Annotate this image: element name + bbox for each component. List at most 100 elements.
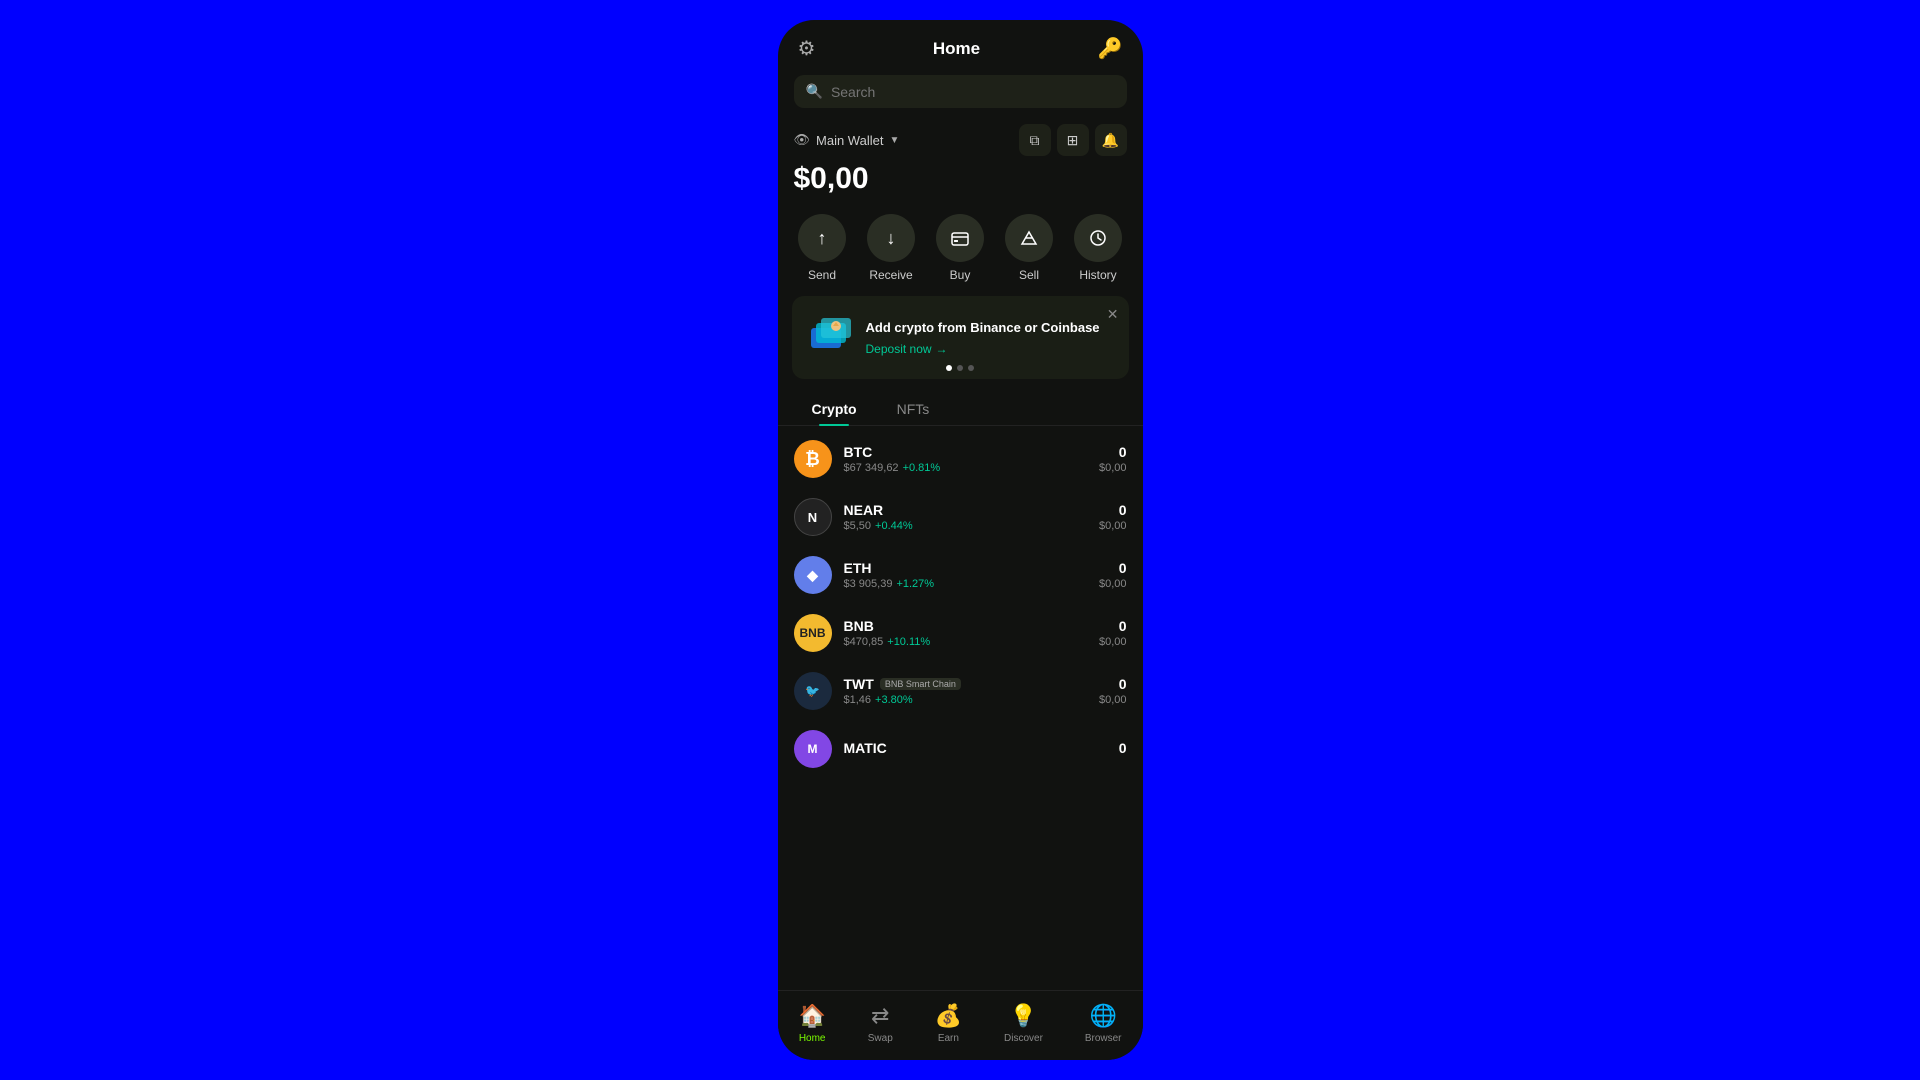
near-balance-usd: $0,00 xyxy=(1099,520,1127,532)
bnb-logo: BNB xyxy=(794,614,832,652)
list-item-twt[interactable]: 🐦 TWT BNB Smart Chain $1,46 +3.80% 0 $0,… xyxy=(778,662,1143,720)
list-item-near[interactable]: N NEAR $5,50 +0.44% 0 $0,00 xyxy=(778,488,1143,546)
browser-label: Browser xyxy=(1085,1033,1122,1044)
nav-earn[interactable]: 💰 Earn xyxy=(919,999,978,1048)
near-logo: N xyxy=(794,498,832,536)
nav-discover[interactable]: 💡 Discover xyxy=(988,999,1059,1048)
chevron-down-icon: ▼ xyxy=(889,135,899,146)
crypto-list: ₿ BTC $67 349,62 +0.81% 0 $0,00 N NEAR $… xyxy=(778,426,1143,990)
btc-price-row: $67 349,62 +0.81% xyxy=(844,462,1087,474)
matic-balance-amount: 0 xyxy=(1119,740,1127,756)
twt-chain-badge: BNB Smart Chain xyxy=(880,678,961,690)
promo-close-button[interactable]: ✕ xyxy=(1107,306,1119,323)
btc-symbol: BTC xyxy=(844,444,1087,460)
promo-title: Add crypto from Binance or Coinbase xyxy=(866,319,1115,337)
tab-crypto[interactable]: Crypto xyxy=(792,393,877,425)
tab-nfts[interactable]: NFTs xyxy=(877,393,950,425)
buy-label: Buy xyxy=(950,268,971,282)
history-button[interactable]: History xyxy=(1074,214,1122,282)
receive-button[interactable]: ↓ Receive xyxy=(867,214,915,282)
send-icon-circle: ↑ xyxy=(798,214,846,262)
nav-swap[interactable]: ⇄ Swap xyxy=(852,999,909,1048)
wallet-label[interactable]: 👁 Main Wallet ▼ xyxy=(794,132,900,148)
deposit-now-link[interactable]: Deposit now → xyxy=(866,342,1115,356)
search-icon: 🔍 xyxy=(806,83,823,100)
nav-browser[interactable]: 🌐 Browser xyxy=(1069,999,1138,1048)
eth-price: $3 905,39 xyxy=(844,578,893,590)
twt-price-row: $1,46 +3.80% xyxy=(844,694,1087,706)
sell-button[interactable]: Sell xyxy=(1005,214,1053,282)
send-button[interactable]: ↑ Send xyxy=(798,214,846,282)
bnb-price: $470,85 xyxy=(844,636,884,648)
home-label: Home xyxy=(799,1033,826,1044)
btc-info: BTC $67 349,62 +0.81% xyxy=(844,444,1087,474)
bnb-balance-amount: 0 xyxy=(1099,618,1127,634)
receive-icon-circle: ↓ xyxy=(867,214,915,262)
bottom-nav: 🏠 Home ⇄ Swap 💰 Earn 💡 Discover 🌐 Browse… xyxy=(778,990,1143,1060)
browser-icon: 🌐 xyxy=(1089,1003,1116,1029)
btc-balance-amount: 0 xyxy=(1099,444,1127,460)
matic-symbol: MATIC xyxy=(844,740,1107,756)
bnb-price-row: $470,85 +10.11% xyxy=(844,636,1087,648)
buy-button[interactable]: Buy xyxy=(936,214,984,282)
near-info: NEAR $5,50 +0.44% xyxy=(844,502,1087,532)
arrow-icon: → xyxy=(936,342,948,356)
list-item-eth[interactable]: ◆ ETH $3 905,39 +1.27% 0 $0,00 xyxy=(778,546,1143,604)
wallet-section: 👁 Main Wallet ▼ ⧉ ⊞ 🔔 $0,00 xyxy=(778,118,1143,200)
discover-label: Discover xyxy=(1004,1033,1043,1044)
grid-button[interactable]: ⊞ xyxy=(1057,124,1089,156)
btc-price: $67 349,62 xyxy=(844,462,899,474)
search-bar[interactable]: 🔍 xyxy=(794,75,1127,108)
btc-balance: 0 $0,00 xyxy=(1099,444,1127,474)
home-icon: 🏠 xyxy=(798,1003,825,1029)
deposit-link-text: Deposit now xyxy=(866,342,932,356)
receive-label: Receive xyxy=(869,268,912,282)
list-item-btc[interactable]: ₿ BTC $67 349,62 +0.81% 0 $0,00 xyxy=(778,430,1143,488)
twt-change: +3.80% xyxy=(875,694,913,706)
settings-icon[interactable]: ⚙ xyxy=(798,36,816,61)
search-input[interactable] xyxy=(831,84,1115,100)
list-item-bnb[interactable]: BNB BNB $470,85 +10.11% 0 $0,00 xyxy=(778,604,1143,662)
earn-icon: 💰 xyxy=(935,1003,962,1029)
promo-banner: Add crypto from Binance or Coinbase Depo… xyxy=(792,296,1129,379)
wallet-balance: $0,00 xyxy=(794,162,1127,196)
matic-logo: M xyxy=(794,730,832,768)
earn-label: Earn xyxy=(938,1033,959,1044)
near-change: +0.44% xyxy=(875,520,913,532)
btc-logo: ₿ xyxy=(794,440,832,478)
key-icon[interactable]: 🔑 xyxy=(1098,36,1123,61)
phone-app: ⚙ Home 🔑 🔍 👁 Main Wallet ▼ ⧉ ⊞ 🔔 $0,00 ↑… xyxy=(778,20,1143,1060)
twt-price: $1,46 xyxy=(844,694,872,706)
twt-info: TWT BNB Smart Chain $1,46 +3.80% xyxy=(844,676,1087,706)
eth-symbol: ETH xyxy=(844,560,1087,576)
nav-home[interactable]: 🏠 Home xyxy=(782,999,841,1048)
twt-balance: 0 $0,00 xyxy=(1099,676,1127,706)
wallet-label-row: 👁 Main Wallet ▼ ⧉ ⊞ 🔔 xyxy=(794,124,1127,156)
near-symbol: NEAR xyxy=(844,502,1087,518)
near-balance: 0 $0,00 xyxy=(1099,502,1127,532)
matic-balance: 0 xyxy=(1119,740,1127,758)
promo-dot-1 xyxy=(946,365,952,371)
page-title: Home xyxy=(933,39,980,59)
eth-balance-usd: $0,00 xyxy=(1099,578,1127,590)
promo-dot-3 xyxy=(968,365,974,371)
bnb-balance-usd: $0,00 xyxy=(1099,636,1127,648)
eth-price-row: $3 905,39 +1.27% xyxy=(844,578,1087,590)
swap-icon: ⇄ xyxy=(871,1003,889,1029)
wallet-name: Main Wallet xyxy=(816,133,883,148)
eth-info: ETH $3 905,39 +1.27% xyxy=(844,560,1087,590)
promo-dot-2 xyxy=(957,365,963,371)
history-icon-circle xyxy=(1074,214,1122,262)
action-buttons: ↑ Send ↓ Receive Buy xyxy=(778,200,1143,288)
eth-balance-amount: 0 xyxy=(1099,560,1127,576)
eth-change: +1.27% xyxy=(896,578,934,590)
btc-change: +0.81% xyxy=(903,462,941,474)
notifications-button[interactable]: 🔔 xyxy=(1095,124,1127,156)
twt-symbol: TWT BNB Smart Chain xyxy=(844,676,1087,692)
near-price-row: $5,50 +0.44% xyxy=(844,520,1087,532)
promo-content: Add crypto from Binance or Coinbase Depo… xyxy=(866,319,1115,355)
matic-info: MATIC xyxy=(844,740,1107,758)
copy-button[interactable]: ⧉ xyxy=(1019,124,1051,156)
near-price: $5,50 xyxy=(844,520,872,532)
list-item-matic[interactable]: M MATIC 0 xyxy=(778,720,1143,778)
